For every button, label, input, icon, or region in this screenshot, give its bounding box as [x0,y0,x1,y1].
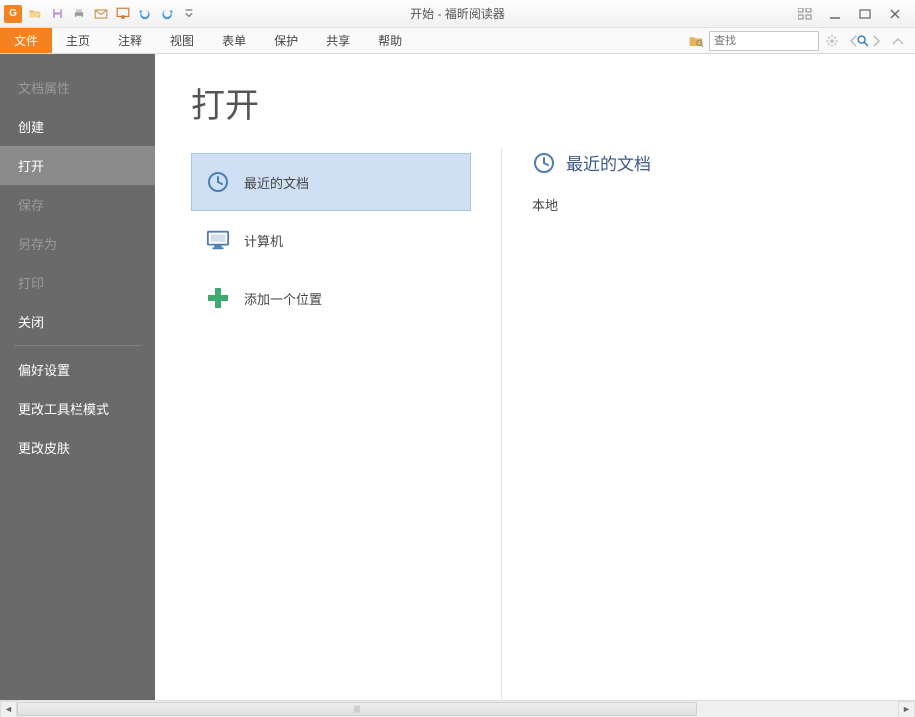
location-add-place[interactable]: 添加一个位置 [191,269,471,327]
qat-customize-button[interactable] [180,5,198,23]
tab-form[interactable]: 表单 [208,28,260,53]
clock-icon [532,151,556,175]
sidebar-item-change-skin[interactable]: 更改皮肤 [0,428,155,467]
sidebar-item-create[interactable]: 创建 [0,107,155,146]
window-controls [795,6,915,22]
window-maximize-button[interactable] [855,6,875,22]
file-sidebar: 文档属性 创建 打开 保存 另存为 打印 关闭 偏好设置 更改工具栏模式 更改皮… [0,54,155,700]
collapse-ribbon-button[interactable] [889,32,907,50]
recent-documents-header: 最近的文档 [532,150,651,175]
recent-local-label: 本地 [532,195,651,214]
open-panel: 打开 最近的文档 计算机 [155,54,915,700]
sidebar-item-open[interactable]: 打开 [0,146,155,185]
title-bar: G 开始 - 福昕阅读器 [0,0,915,28]
qat-mail-button[interactable] [92,5,110,23]
qat-screenshot-button[interactable] [114,5,132,23]
app-logo-icon: G [4,5,22,23]
recent-documents-column: 最近的文档 本地 [532,78,651,700]
settings-gear-icon[interactable] [823,32,841,50]
tab-share[interactable]: 共享 [312,28,364,53]
add-place-icon [206,286,230,310]
sidebar-item-print[interactable]: 打印 [0,263,155,302]
page-heading: 打开 [191,78,471,127]
scroll-right-button[interactable]: ► [898,701,915,717]
qat-save-button[interactable] [48,5,66,23]
qat-redo-button[interactable] [158,5,176,23]
ribbon-display-options-button[interactable] [795,6,815,22]
find-folder-icon[interactable] [687,32,705,50]
tab-comment[interactable]: 注释 [104,28,156,53]
location-recent-documents[interactable]: 最近的文档 [191,153,471,211]
window-close-button[interactable] [885,6,905,22]
tab-home[interactable]: 主页 [52,28,104,53]
sidebar-item-preferences[interactable]: 偏好设置 [0,350,155,389]
sidebar-item-close[interactable]: 关闭 [0,302,155,341]
search-box[interactable] [709,31,819,51]
location-label: 最近的文档 [244,173,309,192]
sidebar-item-change-toolbar-mode[interactable]: 更改工具栏模式 [0,389,155,428]
scroll-left-button[interactable]: ◄ [0,701,17,717]
qat-undo-button[interactable] [136,5,154,23]
computer-icon [206,228,230,252]
open-locations-column: 打开 最近的文档 计算机 [191,78,471,700]
ribbon-right-tools [687,28,915,53]
ribbon-tabs: 文件 主页 注释 视图 表单 保护 共享 帮助 [0,28,915,54]
tab-protect[interactable]: 保护 [260,28,312,53]
sidebar-item-save[interactable]: 保存 [0,185,155,224]
location-label: 添加一个位置 [244,289,322,308]
tab-help[interactable]: 帮助 [364,28,416,53]
qat-print-button[interactable] [70,5,88,23]
tab-file[interactable]: 文件 [0,28,52,53]
horizontal-scrollbar[interactable]: ◄ ► [0,700,915,717]
scroll-thumb[interactable] [17,702,697,716]
nav-next-button[interactable] [867,32,885,50]
qat-open-button[interactable] [26,5,44,23]
window-minimize-button[interactable] [825,6,845,22]
quick-access-toolbar: G [0,5,198,23]
sidebar-item-save-as[interactable]: 另存为 [0,224,155,263]
column-divider [501,148,502,708]
clock-icon [206,170,230,194]
nav-prev-button[interactable] [845,32,863,50]
location-label: 计算机 [244,231,283,250]
recent-documents-title: 最近的文档 [566,150,651,175]
backstage-body: 文档属性 创建 打开 保存 另存为 打印 关闭 偏好设置 更改工具栏模式 更改皮… [0,54,915,700]
sidebar-item-doc-properties[interactable]: 文档属性 [0,68,155,107]
scroll-track[interactable] [17,701,898,717]
tab-view[interactable]: 视图 [156,28,208,53]
sidebar-separator [14,345,141,346]
location-computer[interactable]: 计算机 [191,211,471,269]
location-list: 最近的文档 计算机 添加一个位置 [191,153,471,327]
